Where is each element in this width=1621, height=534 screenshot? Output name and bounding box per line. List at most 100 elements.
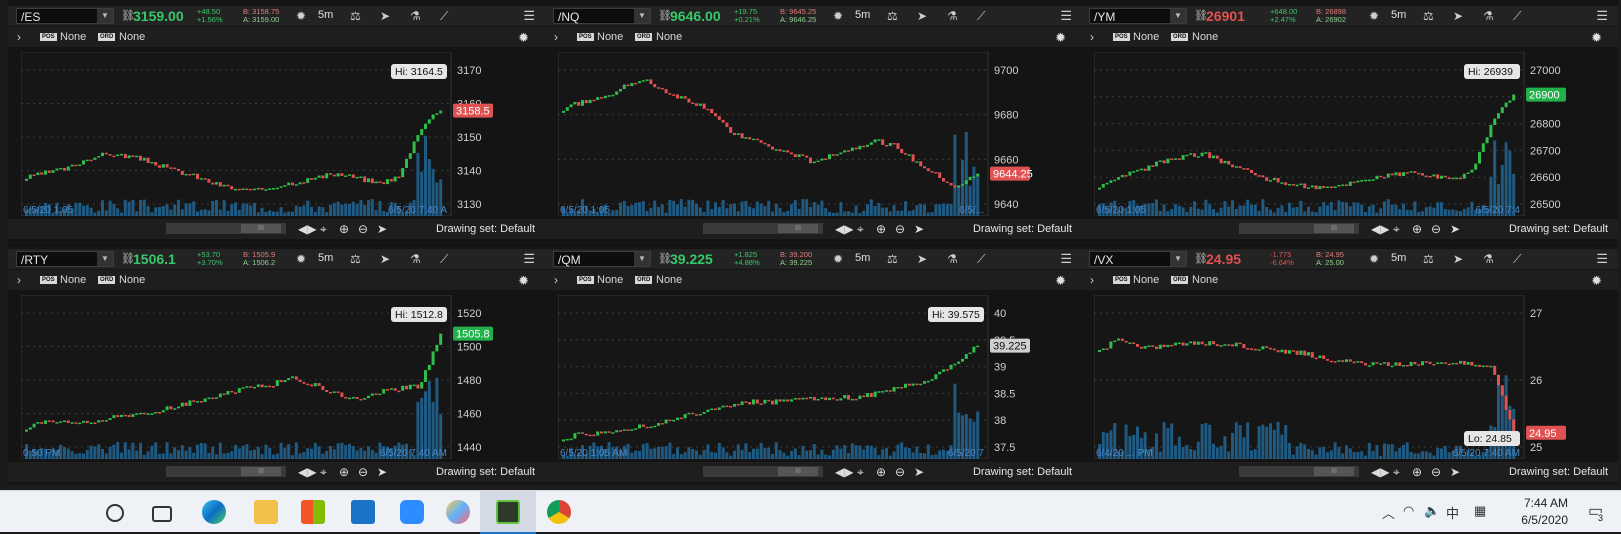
file-explorer-icon[interactable]: [254, 500, 278, 524]
expand-chevron-icon[interactable]: ›: [1090, 273, 1094, 287]
zoom-out-icon[interactable]: ⊖: [895, 222, 905, 236]
zoom-in-icon[interactable]: ⊕: [339, 465, 349, 479]
symbol-dropdown-icon[interactable]: ▼: [634, 9, 650, 23]
task-view-icon[interactable]: [152, 506, 172, 522]
settings-gear-icon[interactable]: ✹: [1369, 9, 1379, 23]
crosshair-icon[interactable]: ⌖: [857, 465, 864, 480]
pan-arrows-icon[interactable]: ◀▶: [835, 222, 853, 236]
chart-style-icon[interactable]: ⚖: [1423, 9, 1434, 23]
edge-icon[interactable]: [202, 500, 226, 524]
drawing-tools-icon[interactable]: ⟋: [440, 252, 448, 267]
drawing-set-label[interactable]: Drawing set: Default: [1509, 466, 1608, 478]
studies-flask-icon[interactable]: ⚗: [410, 252, 421, 266]
drawing-tools-icon[interactable]: ⟋: [440, 9, 448, 24]
timeframe-button[interactable]: 5m: [1391, 9, 1406, 21]
chart-settings-gear-icon[interactable]: ✹: [1055, 273, 1066, 289]
drawing-set-label[interactable]: Drawing set: Default: [436, 223, 535, 235]
symbol-dropdown-icon[interactable]: ▼: [1170, 9, 1186, 23]
scroll-thumb[interactable]: III: [241, 224, 281, 233]
price-chart[interactable]: 317031603150314031303158.5Hi: 3164.56/5/…: [21, 52, 533, 216]
studies-flask-icon[interactable]: ⚗: [1483, 252, 1494, 266]
chart-settings-gear-icon[interactable]: ✹: [1591, 30, 1602, 46]
pan-arrows-icon[interactable]: ◀▶: [1371, 222, 1389, 236]
symbol-input[interactable]: /YM ▼: [1089, 8, 1187, 24]
drawing-set-label[interactable]: Drawing set: Default: [973, 223, 1072, 235]
chart-style-icon[interactable]: ⚖: [350, 252, 361, 266]
zoom-in-icon[interactable]: ⊕: [339, 222, 349, 236]
expand-chevron-icon[interactable]: ›: [17, 273, 21, 287]
thinkorswim-icon[interactable]: [496, 500, 520, 524]
symbol-input[interactable]: /RTY ▼: [16, 251, 114, 267]
studies-flask-icon[interactable]: ⚗: [947, 252, 958, 266]
time-scrollbar[interactable]: III: [166, 223, 286, 234]
zoom-out-icon[interactable]: ⊖: [358, 465, 368, 479]
panel-menu-icon[interactable]: ☰: [523, 8, 535, 24]
pan-arrows-icon[interactable]: ◀▶: [1371, 465, 1389, 479]
wifi-icon[interactable]: ◠: [1403, 503, 1414, 519]
zoom-in-icon[interactable]: ⊕: [876, 222, 886, 236]
drawing-tools-icon[interactable]: ⟋: [1513, 252, 1521, 267]
ime-indicator[interactable]: 中: [1446, 503, 1459, 522]
time-scrollbar[interactable]: III: [166, 466, 286, 477]
drawing-tools-icon[interactable]: ⟋: [1513, 9, 1521, 24]
start-search-icon[interactable]: [106, 504, 124, 522]
symbol-dropdown-icon[interactable]: ▼: [97, 9, 113, 23]
symbol-input[interactable]: /ES ▼: [16, 8, 114, 24]
pointer-icon[interactable]: ➤: [914, 465, 924, 479]
pan-arrows-icon[interactable]: ◀▶: [298, 465, 316, 479]
price-chart[interactable]: 1520 1500 1480 1460 1440 1505.8 Hi: 1512.8 0:50…: [21, 295, 533, 459]
drawing-tools-icon[interactable]: ⟋: [977, 252, 985, 267]
price-chart[interactable]: 4039.53938.53837.539.225Hi: 39.5756/5/20…: [558, 295, 1070, 459]
zoom-in-icon[interactable]: ⊕: [876, 465, 886, 479]
timeframe-button[interactable]: 5m: [318, 252, 333, 264]
chart-settings-gear-icon[interactable]: ✹: [1055, 30, 1066, 46]
drawing-set-label[interactable]: Drawing set: Default: [1509, 223, 1608, 235]
settings-gear-icon[interactable]: ✹: [1369, 252, 1379, 266]
symbol-dropdown-icon[interactable]: ▼: [97, 252, 113, 266]
panel-menu-icon[interactable]: ☰: [523, 251, 535, 267]
pointer-icon[interactable]: ➤: [1450, 222, 1460, 236]
cursor-icon[interactable]: ➤: [380, 9, 390, 23]
panel-menu-icon[interactable]: ☰: [1596, 8, 1608, 24]
volume-icon[interactable]: 🔈: [1424, 503, 1440, 519]
studies-flask-icon[interactable]: ⚗: [947, 9, 958, 23]
settings-gear-icon[interactable]: ✹: [296, 9, 306, 23]
chart-settings-gear-icon[interactable]: ✹: [518, 30, 529, 46]
keyboard-icon[interactable]: ▦: [1474, 503, 1486, 519]
studies-flask-icon[interactable]: ⚗: [1483, 9, 1494, 23]
price-chart[interactable]: 27000269002680026700266002650026900Hi: 2…: [1094, 52, 1606, 216]
clock-time[interactable]: 7:44 AM: [1502, 496, 1568, 510]
timeframe-button[interactable]: 5m: [855, 9, 870, 21]
pan-arrows-icon[interactable]: ◀▶: [298, 222, 316, 236]
zoom-in-icon[interactable]: ⊕: [1412, 465, 1422, 479]
pointer-icon[interactable]: ➤: [914, 222, 924, 236]
time-scrollbar[interactable]: III: [703, 223, 823, 234]
crosshair-icon[interactable]: ⌖: [857, 222, 864, 237]
cursor-icon[interactable]: ➤: [917, 9, 927, 23]
crosshair-icon[interactable]: ⌖: [1393, 465, 1400, 480]
zoom-out-icon[interactable]: ⊖: [1431, 222, 1441, 236]
symbol-dropdown-icon[interactable]: ▼: [1170, 252, 1186, 266]
settings-gear-icon[interactable]: ✹: [296, 252, 306, 266]
chart-settings-gear-icon[interactable]: ✹: [1591, 273, 1602, 289]
chart-settings-gear-icon[interactable]: ✹: [518, 273, 529, 289]
panel-menu-icon[interactable]: ☰: [1060, 8, 1072, 24]
zoom-out-icon[interactable]: ⊖: [895, 465, 905, 479]
time-scrollbar[interactable]: III: [703, 466, 823, 477]
panel-menu-icon[interactable]: ☰: [1596, 251, 1608, 267]
drawing-set-label[interactable]: Drawing set: Default: [973, 466, 1072, 478]
settings-gear-icon[interactable]: ✹: [833, 252, 843, 266]
expand-chevron-icon[interactable]: ›: [554, 273, 558, 287]
drawing-tools-icon[interactable]: ⟋: [977, 9, 985, 24]
cursor-icon[interactable]: ➤: [380, 252, 390, 266]
drawing-set-label[interactable]: Drawing set: Default: [436, 466, 535, 478]
clock-date[interactable]: 6/5/2020: [1502, 513, 1568, 527]
scroll-thumb[interactable]: III: [1314, 224, 1354, 233]
chevron-up-icon[interactable]: ︿: [1382, 503, 1395, 522]
time-scrollbar[interactable]: III: [1239, 223, 1359, 234]
symbol-input[interactable]: /VX ▼: [1089, 251, 1187, 267]
price-chart[interactable]: 9700 9680 9660 9640 9644.25 6/5/20 1:05 6/5/..…: [558, 52, 1070, 216]
chart-style-icon[interactable]: ⚖: [1423, 252, 1434, 266]
scroll-thumb[interactable]: III: [1314, 467, 1354, 476]
symbol-dropdown-icon[interactable]: ▼: [634, 252, 650, 266]
